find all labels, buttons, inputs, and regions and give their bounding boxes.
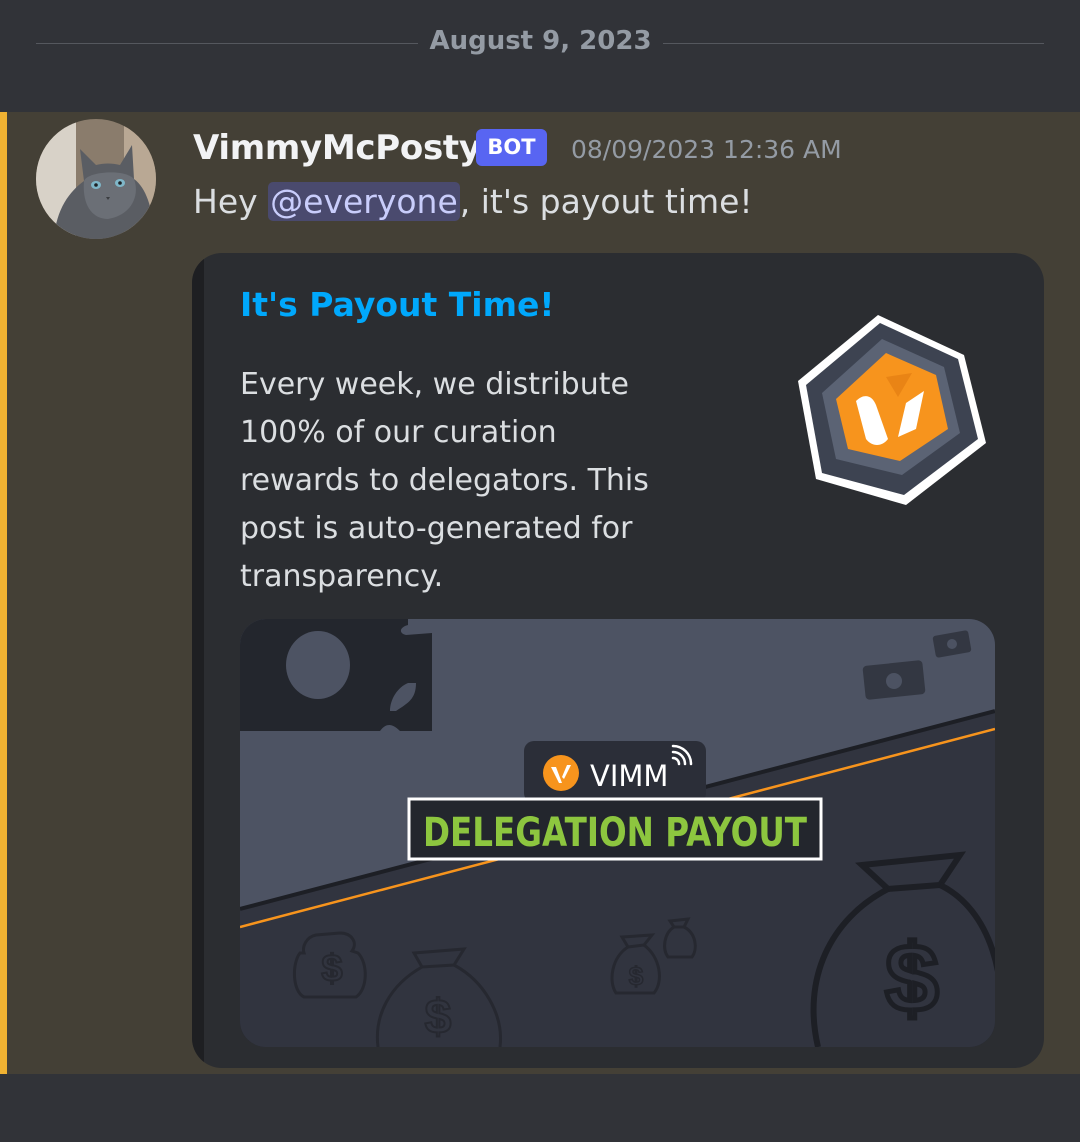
avatar[interactable] <box>36 119 156 239</box>
bottom-area <box>0 1074 1080 1142</box>
embed-image-delegation-payout[interactable]: $ $ $ $ VIMM DELEGATION PAYOUT <box>240 619 995 1047</box>
svg-text:$: $ <box>885 925 938 1032</box>
everyone-mention[interactable]: @everyone <box>268 182 460 221</box>
embed-color-bar <box>192 253 204 1068</box>
divider-line-right <box>663 43 1044 44</box>
embed-title[interactable]: It's Payout Time! <box>240 285 554 324</box>
svg-text:$: $ <box>425 991 452 1044</box>
delegation-payout-banner: DELEGATION PAYOUT <box>407 797 823 861</box>
vimm-brand-badge: VIMM <box>524 741 706 803</box>
date-divider: August 9, 2023 <box>0 0 1080 112</box>
username[interactable]: VimmyMcPosty <box>193 128 481 168</box>
cat-avatar-icon <box>36 119 156 239</box>
divider-date: August 9, 2023 <box>429 26 652 56</box>
embed: It's Payout Time! Every week, we distrib… <box>192 253 1044 1068</box>
message[interactable]: VimmyMcPosty BOT 08/09/2023 12:36 AM Hey… <box>0 112 1080 1074</box>
svg-text:$: $ <box>321 948 342 990</box>
bot-tag: BOT <box>476 129 547 166</box>
delegation-payout-text: DELEGATION PAYOUT <box>423 810 808 856</box>
money-bill-icon <box>240 619 432 731</box>
message-timestamp[interactable]: 08/09/2023 12:36 AM <box>571 135 842 164</box>
embed-description: Every week, we distribute 100% of our cu… <box>240 367 649 594</box>
vimm-hexagon-logo-icon[interactable] <box>794 309 990 511</box>
content-suffix: , it's payout time! <box>459 182 753 221</box>
content-prefix: Hey <box>193 182 269 221</box>
mention-highlight-bar <box>0 112 7 1074</box>
vimm-brand-text: VIMM <box>590 759 668 793</box>
message-content: Hey @everyone, it's payout time! <box>193 182 753 221</box>
svg-text:$: $ <box>629 961 644 991</box>
divider-line-left <box>36 43 418 44</box>
